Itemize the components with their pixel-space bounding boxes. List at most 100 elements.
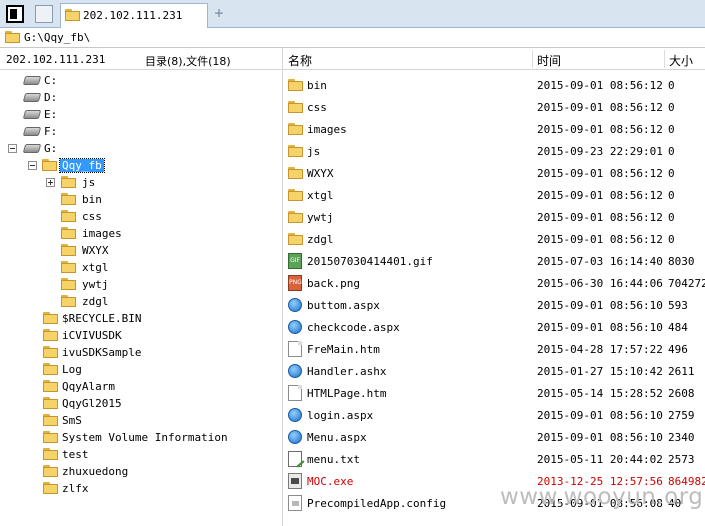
tree-item[interactable]: zdgl: [0, 293, 282, 310]
tree-item[interactable]: SmS: [0, 412, 282, 429]
file-name: checkcode.aspx: [307, 321, 400, 334]
file-size: 2608: [668, 387, 695, 400]
window-icon[interactable]: [6, 5, 24, 23]
folder-icon: [43, 346, 58, 358]
file-date: 2015-09-01 08:56:10: [537, 409, 663, 422]
tree-item[interactable]: css: [0, 208, 282, 225]
file-row[interactable]: Handler.ashx 2015-01-27 15:10:42 2611: [283, 360, 705, 382]
tree-item[interactable]: C:: [0, 72, 282, 89]
new-tab-button[interactable]: +: [212, 5, 226, 21]
tree-item[interactable]: Log: [0, 361, 282, 378]
file-row[interactable]: menu.txt 2015-05-11 20:44:02 2573: [283, 448, 705, 470]
drive-icon: [22, 93, 42, 102]
tree-item[interactable]: E:: [0, 106, 282, 123]
file-date: 2015-09-01 08:56:12: [537, 233, 663, 246]
globe-file-icon: [288, 298, 302, 312]
column-size[interactable]: 大小: [669, 52, 693, 69]
folder-icon: [288, 233, 303, 245]
file-row[interactable]: WXYX 2015-09-01 08:56:12 0: [283, 162, 705, 184]
tree-item-label: test: [62, 448, 89, 461]
tree-item-label: images: [82, 227, 122, 240]
exe-file-icon: [288, 473, 302, 489]
tree-item-label: bin: [82, 193, 102, 206]
file-size: 0: [668, 145, 675, 158]
tree-item[interactable]: ivuSDKSample: [0, 344, 282, 361]
file-row[interactable]: images 2015-09-01 08:56:12 0: [283, 118, 705, 140]
tree-item[interactable]: F:: [0, 123, 282, 140]
folder-icon: [288, 123, 303, 135]
tree-item-label: E:: [44, 108, 58, 121]
tree-item[interactable]: D:: [0, 89, 282, 106]
tab-remote-host[interactable]: 202.102.111.231: [60, 3, 208, 28]
folder-icon: [43, 431, 58, 443]
collapse-icon[interactable]: [8, 144, 17, 153]
tree-item[interactable]: System Volume Information: [0, 429, 282, 446]
file-row[interactable]: PNG back.png 2015-06-30 16:44:06 704272: [283, 272, 705, 294]
tree-item[interactable]: test: [0, 446, 282, 463]
tree-item[interactable]: Qqy_fb: [0, 157, 282, 174]
tree-item-label: xtgl: [82, 261, 109, 274]
file-row[interactable]: xtgl 2015-09-01 08:56:12 0: [283, 184, 705, 206]
file-row[interactable]: Menu.aspx 2015-09-01 08:56:10 2340: [283, 426, 705, 448]
tree-item-label: $RECYCLE.BIN: [62, 312, 142, 325]
file-name: ywtj: [307, 211, 334, 224]
collapse-icon[interactable]: [28, 161, 37, 170]
tree-item[interactable]: G:: [0, 140, 282, 157]
file-row[interactable]: FreMain.htm 2015-04-28 17:57:22 496: [283, 338, 705, 360]
file-date: 2015-09-01 08:56:12: [537, 123, 663, 136]
host-ip: 202.102.111.231: [6, 53, 106, 66]
file-row[interactable]: HTMLPage.htm 2015-05-14 15:28:52 2608: [283, 382, 705, 404]
tree-item-label: zhuxuedong: [62, 465, 129, 478]
tree-item[interactable]: WXYX: [0, 242, 282, 259]
file-row[interactable]: login.aspx 2015-09-01 08:56:10 2759: [283, 404, 705, 426]
png-file-icon: PNG: [288, 275, 302, 291]
column-separator[interactable]: [664, 50, 665, 68]
folder-icon: [61, 261, 76, 273]
folder-icon: [61, 176, 76, 188]
column-name[interactable]: 名称: [288, 52, 312, 69]
tree-item-label: G:: [44, 142, 58, 155]
expand-icon[interactable]: [46, 178, 55, 187]
file-row[interactable]: css 2015-09-01 08:56:12 0: [283, 96, 705, 118]
folder-icon: [61, 295, 76, 307]
document-icon: [288, 385, 302, 401]
file-date: 2015-09-01 08:56:12: [537, 79, 663, 92]
tree-item[interactable]: bin: [0, 191, 282, 208]
drive-icon: [22, 127, 42, 136]
tree-item[interactable]: zhuxuedong: [0, 463, 282, 480]
file-row[interactable]: ywtj 2015-09-01 08:56:12 0: [283, 206, 705, 228]
file-row[interactable]: GIF 201507030414401.gif 2015-07-03 16:14:4…: [283, 250, 705, 272]
tree-item-label: Log: [62, 363, 82, 376]
document-icon: [288, 341, 302, 357]
folder-icon: [5, 31, 20, 43]
file-name: bin: [307, 79, 327, 92]
tree-item[interactable]: xtgl: [0, 259, 282, 276]
file-list-header: 名称 时间 大小: [283, 48, 705, 70]
folder-icon: [65, 9, 80, 21]
file-row[interactable]: checkcode.aspx 2015-09-01 08:56:10 484: [283, 316, 705, 338]
folder-icon: [43, 380, 58, 392]
file-date: 2015-09-01 08:56:12: [537, 211, 663, 224]
file-size: 0: [668, 167, 675, 180]
file-name: menu.txt: [307, 453, 360, 466]
tree-item[interactable]: zlfx: [0, 480, 282, 497]
tree-item[interactable]: js: [0, 174, 282, 191]
tree-item[interactable]: images: [0, 225, 282, 242]
tree-item[interactable]: $RECYCLE.BIN: [0, 310, 282, 327]
file-row[interactable]: zdgl 2015-09-01 08:56:12 0: [283, 228, 705, 250]
folder-icon: [61, 278, 76, 290]
tree-item[interactable]: iCVIVUSDK: [0, 327, 282, 344]
file-row[interactable]: buttom.aspx 2015-09-01 08:56:10 593: [283, 294, 705, 316]
file-row[interactable]: js 2015-09-23 22:29:01 0: [283, 140, 705, 162]
tree-item[interactable]: QqyGl2015: [0, 395, 282, 412]
tree-item-label: QqyAlarm: [62, 380, 115, 393]
blank-tab-icon[interactable]: [35, 5, 53, 23]
address-bar[interactable]: G:\Qqy_fb\: [0, 28, 705, 48]
file-date: 2015-05-11 20:44:02: [537, 453, 663, 466]
tree-item[interactable]: ywtj: [0, 276, 282, 293]
tree-item[interactable]: QqyAlarm: [0, 378, 282, 395]
column-separator[interactable]: [532, 50, 533, 68]
file-row[interactable]: bin 2015-09-01 08:56:12 0: [283, 74, 705, 96]
address-path[interactable]: G:\Qqy_fb\: [24, 31, 90, 44]
column-time[interactable]: 时间: [537, 52, 561, 69]
